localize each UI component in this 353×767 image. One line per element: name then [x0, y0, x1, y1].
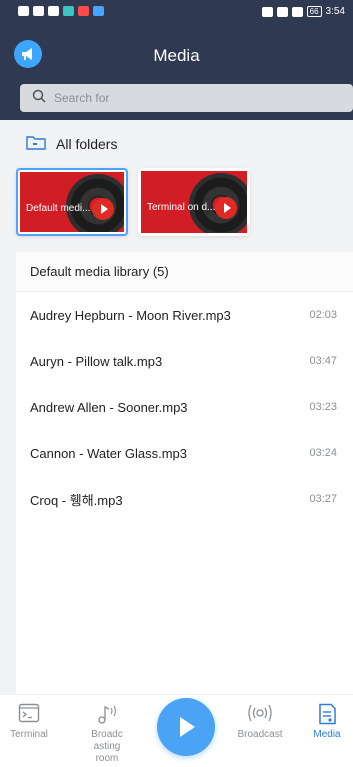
status-icons-right: 66 3:54 — [261, 6, 345, 17]
play-icon — [92, 198, 114, 220]
all-folders-link[interactable]: All folders — [26, 134, 117, 153]
search-icon — [32, 89, 46, 108]
play-icon — [180, 717, 195, 737]
folder-label: Terminal on d... — [147, 202, 216, 213]
nav-broadcasting-room-label-3: room — [95, 753, 119, 764]
bottom-nav: Terminal Broadc asting room Broadcast Me… — [0, 694, 353, 767]
play-icon — [215, 197, 237, 219]
folder-card-default-media[interactable]: Default medi... — [16, 168, 128, 236]
nav-broadcast[interactable]: Broadcast — [232, 703, 288, 741]
folder-thumbnail: Terminal on d... — [141, 171, 247, 233]
search-bar[interactable] — [20, 84, 353, 112]
track-duration: 03:23 — [309, 401, 337, 413]
wifi-icon — [48, 6, 59, 16]
signal-icon — [33, 6, 44, 16]
nav-broadcasting-room-label-2: asting — [93, 741, 121, 752]
track-duration: 03:24 — [309, 447, 337, 459]
terminal-icon — [6, 703, 52, 725]
page-title: Media — [153, 46, 200, 65]
app-notification-icon-3 — [93, 6, 104, 16]
media-library: Default media library (5) Audrey Hepburn… — [16, 252, 353, 694]
library-header: Default media library (5) — [16, 252, 353, 292]
track-name: Croq - 휑해.mp3 — [30, 492, 123, 508]
track-duration: 03:47 — [309, 355, 337, 367]
track-row[interactable]: Croq - 휑해.mp3 03:27 — [16, 476, 353, 522]
all-folders-label: All folders — [56, 135, 118, 152]
track-name: Auryn - Pillow talk.mp3 — [30, 353, 163, 369]
nav-broadcasting-room-label-1: Broadc — [91, 729, 123, 740]
app-header: 66 3:54 Media — [0, 0, 353, 120]
track-name: Cannon - Water Glass.mp3 — [30, 445, 188, 461]
mute-icon — [291, 6, 303, 17]
hd-icon — [18, 6, 29, 16]
battery-indicator: 66 — [306, 6, 322, 17]
status-time: 3:54 — [325, 6, 345, 17]
track-duration: 02:03 — [309, 309, 337, 321]
nav-terminal-label: Terminal — [10, 729, 48, 740]
nfc-icon — [261, 6, 273, 17]
track-name: Audrey Hepburn - Moon River.mp3 — [30, 307, 231, 323]
folder-list: Default medi... Terminal on d... — [16, 168, 250, 236]
app-notification-icon-2 — [78, 6, 89, 16]
nav-media-label: Media — [313, 729, 341, 740]
nav-terminal[interactable]: Terminal — [6, 703, 52, 741]
music-note-icon — [82, 703, 132, 725]
broadcast-icon — [232, 703, 288, 725]
alarm-icon — [276, 6, 288, 17]
track-row[interactable]: Andrew Allen - Sooner.mp3 03:23 — [16, 384, 353, 430]
folder-label: Default medi... — [26, 203, 91, 214]
status-bar: 66 3:54 — [0, 0, 353, 24]
folder-thumbnail: Default medi... — [20, 172, 124, 232]
nav-broadcasting-room[interactable]: Broadc asting room — [82, 703, 132, 765]
folder-icon — [26, 134, 46, 153]
track-duration: 03:27 — [309, 493, 337, 505]
track-row[interactable]: Cannon - Water Glass.mp3 03:24 — [16, 430, 353, 476]
play-button[interactable] — [157, 698, 215, 756]
nav-media[interactable]: Media — [306, 703, 348, 741]
media-file-icon — [306, 703, 348, 725]
search-input[interactable] — [54, 91, 294, 105]
track-row[interactable]: Audrey Hepburn - Moon River.mp3 02:03 — [16, 292, 353, 338]
track-name: Andrew Allen - Sooner.mp3 — [30, 399, 188, 415]
nav-broadcast-label: Broadcast — [237, 729, 283, 740]
folder-card-terminal[interactable]: Terminal on d... — [138, 168, 250, 236]
track-row[interactable]: Auryn - Pillow talk.mp3 03:47 — [16, 338, 353, 384]
app-notification-icon — [63, 6, 74, 16]
status-icons-left — [18, 6, 104, 16]
